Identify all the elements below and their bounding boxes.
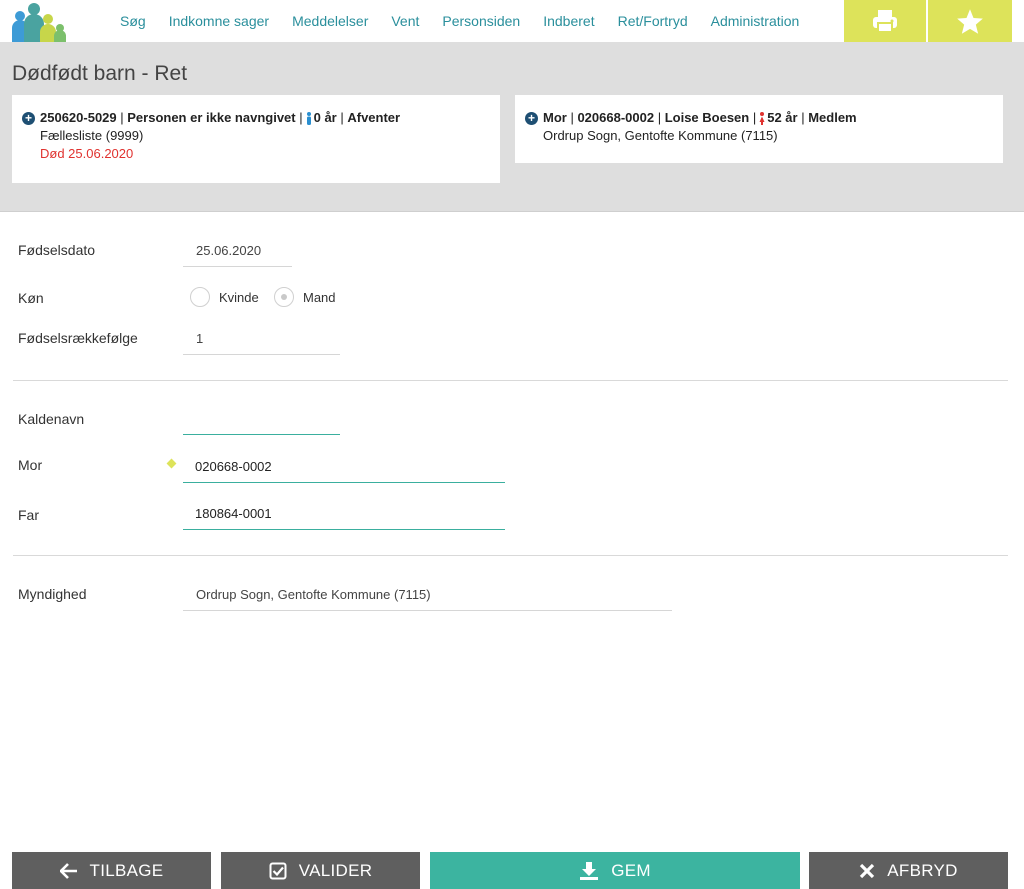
back-button-label: TILBAGE <box>89 860 164 880</box>
close-icon <box>860 863 875 878</box>
nav-item-administration[interactable]: Administration <box>711 13 800 29</box>
mother-person-card: + Mor | 020668-0002 | Loise Boesen | 52 … <box>515 95 1003 163</box>
father-label: Far <box>18 507 39 523</box>
mother-summary: + Mor | 020668-0002 | Loise Boesen | 52 … <box>525 109 1003 127</box>
mother-cpr-input[interactable] <box>183 450 505 483</box>
top-navigation-bar: Søg Indkomne sager Meddelelser Vent Pers… <box>0 0 1024 42</box>
birth-order-underline <box>183 354 340 355</box>
mother-label: Mor <box>18 457 43 473</box>
checkbox-icon <box>269 862 287 879</box>
validate-button[interactable]: VALIDER <box>221 852 420 889</box>
child-death-date: Død 25.06.2020 <box>40 146 134 161</box>
nav-item-search[interactable]: Søg <box>120 13 146 29</box>
arrow-left-icon <box>59 862 77 879</box>
nav-item-report[interactable]: Indberet <box>543 13 594 29</box>
cancel-button-label: AFBRYD <box>887 860 958 880</box>
mother-age: 52 år <box>767 110 798 125</box>
nav-item-wait[interactable]: Vent <box>391 13 419 29</box>
star-icon <box>957 8 983 34</box>
cancel-button[interactable]: AFBRYD <box>809 852 1008 889</box>
section-divider <box>13 380 1008 381</box>
required-indicator <box>166 458 177 469</box>
birth-order-value: 1 <box>196 331 204 346</box>
birthdate-underline <box>183 266 292 267</box>
birthdate-value: 25.06.2020 <box>196 243 262 258</box>
gender-radio-male[interactable] <box>274 287 294 307</box>
mother-parish: Ordrup Sogn, Gentofte Kommune (7115) <box>543 128 778 143</box>
nickname-label: Kaldenavn <box>18 411 85 427</box>
save-button-label: GEM <box>611 860 651 880</box>
mother-name: Loise Boesen <box>664 110 750 125</box>
favorite-button[interactable] <box>928 0 1012 42</box>
child-person-card: + 250620-5029 | Personen er ikke navngiv… <box>12 95 500 183</box>
print-icon <box>873 10 897 33</box>
back-button[interactable]: TILBAGE <box>12 852 211 889</box>
print-button[interactable] <box>844 0 926 42</box>
section-divider <box>13 555 1008 556</box>
child-age: 0 år <box>313 110 337 125</box>
mother-cpr[interactable]: 020668-0002 <box>577 109 654 127</box>
plus-circle-icon[interactable]: + <box>22 111 35 125</box>
child-status: Afventer <box>347 110 401 125</box>
mother-membership: Medlem <box>808 110 857 125</box>
case-header: Dødfødt barn - Ret + 250620-5029 | Perso… <box>0 42 1024 212</box>
plus-circle-icon[interactable]: + <box>525 111 538 125</box>
authority-label: Myndighed <box>18 586 87 602</box>
nav-item-incoming-cases[interactable]: Indkomne sager <box>169 13 269 29</box>
download-icon <box>580 861 599 880</box>
child-summary: + 250620-5029 | Personen er ikke navngiv… <box>22 109 500 127</box>
main-nav: Søg Indkomne sager Meddelelser Vent Pers… <box>120 0 822 42</box>
gender-option-female-label[interactable]: Kvinde <box>219 290 259 305</box>
logo-people-icon[interactable] <box>10 2 70 42</box>
nickname-input[interactable] <box>183 402 340 435</box>
gender-label: Køn <box>18 290 44 306</box>
nav-item-person-page[interactable]: Personsiden <box>442 13 520 29</box>
child-name-status: Personen er ikke navngivet <box>127 110 296 125</box>
child-cpr[interactable]: 250620-5029 <box>40 109 117 127</box>
person-icon <box>306 111 311 125</box>
child-list: Fællesliste (9999) <box>40 128 144 143</box>
page-title: Dødfødt barn - Ret <box>12 62 188 85</box>
authority-value: Ordrup Sogn, Gentofte Kommune (7115) <box>196 587 431 602</box>
authority-underline <box>183 610 672 611</box>
mother-role: Mor <box>543 110 567 125</box>
save-button[interactable]: GEM <box>430 852 800 889</box>
validate-button-label: VALIDER <box>298 860 373 880</box>
person-icon <box>759 111 765 125</box>
gender-option-male-label[interactable]: Mand <box>303 290 336 305</box>
nav-item-messages[interactable]: Meddelelser <box>292 13 368 29</box>
gender-radio-female[interactable] <box>190 287 210 307</box>
birth-order-label: Fødselsrækkefølge <box>18 330 138 346</box>
birthdate-label: Fødselsdato <box>18 242 96 258</box>
father-cpr-input[interactable] <box>183 497 505 530</box>
nav-item-edit-undo[interactable]: Ret/Fortryd <box>618 13 688 29</box>
